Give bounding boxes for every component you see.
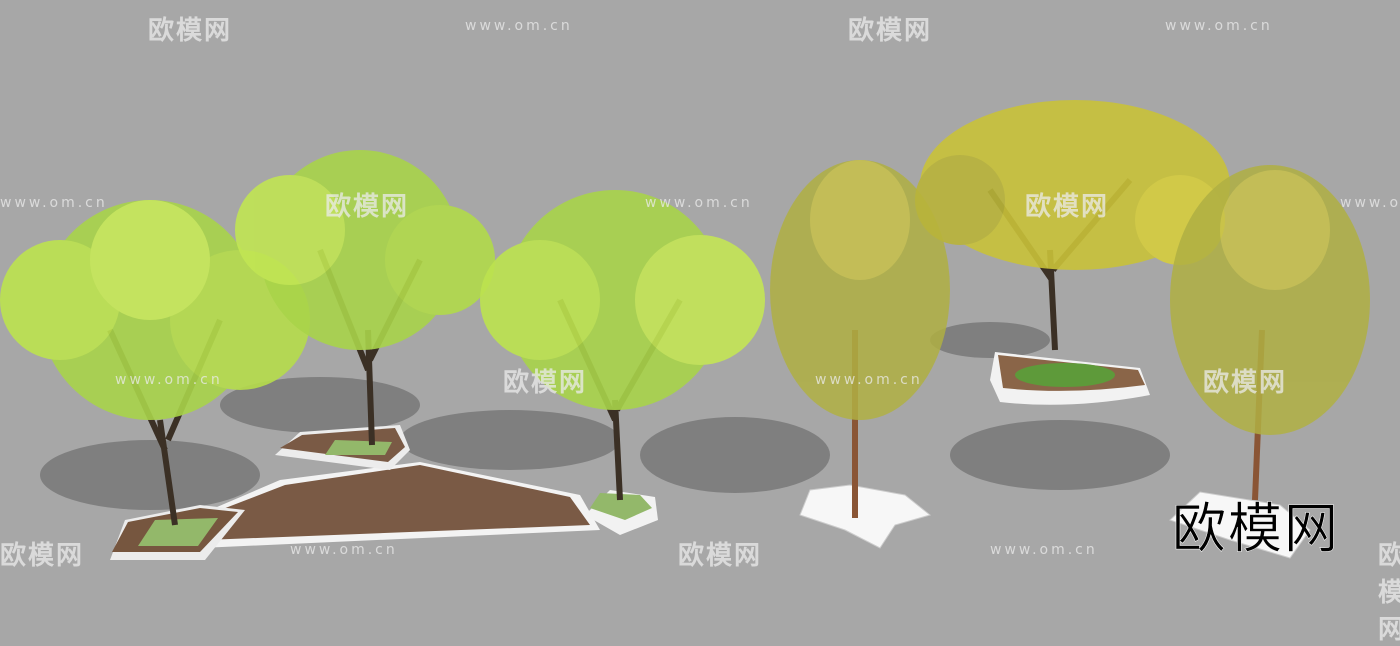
- watermark-url: www.om.cn: [465, 18, 573, 34]
- watermark-url: www.om.cn: [1165, 18, 1273, 34]
- watermark-brand: 欧模网: [0, 541, 85, 571]
- watermark-url: www.om.cn: [815, 372, 923, 388]
- brand-logo-text: 欧模网: [1172, 497, 1340, 561]
- watermark-url: www.om.cn: [990, 542, 1098, 558]
- watermark-url: www.om.cn: [645, 195, 753, 211]
- watermark-brand: 欧模网: [325, 192, 410, 222]
- watermark-brand: 欧模网: [503, 368, 588, 398]
- watermark-brand: 欧模网: [1378, 541, 1400, 645]
- curved-planter: [990, 352, 1150, 405]
- watermark-brand: 欧模网: [1203, 368, 1288, 398]
- watermark-url: www.om.cn: [115, 372, 223, 388]
- watermark-brand: 欧模网: [678, 541, 763, 571]
- watermark-brand: 欧模网: [148, 16, 233, 46]
- watermark-brand: 欧模网: [1025, 192, 1110, 222]
- watermark-url: www.om.cn: [290, 542, 398, 558]
- watermark-brand: 欧模网: [848, 16, 933, 46]
- watermark-url: www.om.cn: [0, 195, 108, 211]
- watermark-url: www.om.cn: [1340, 195, 1400, 211]
